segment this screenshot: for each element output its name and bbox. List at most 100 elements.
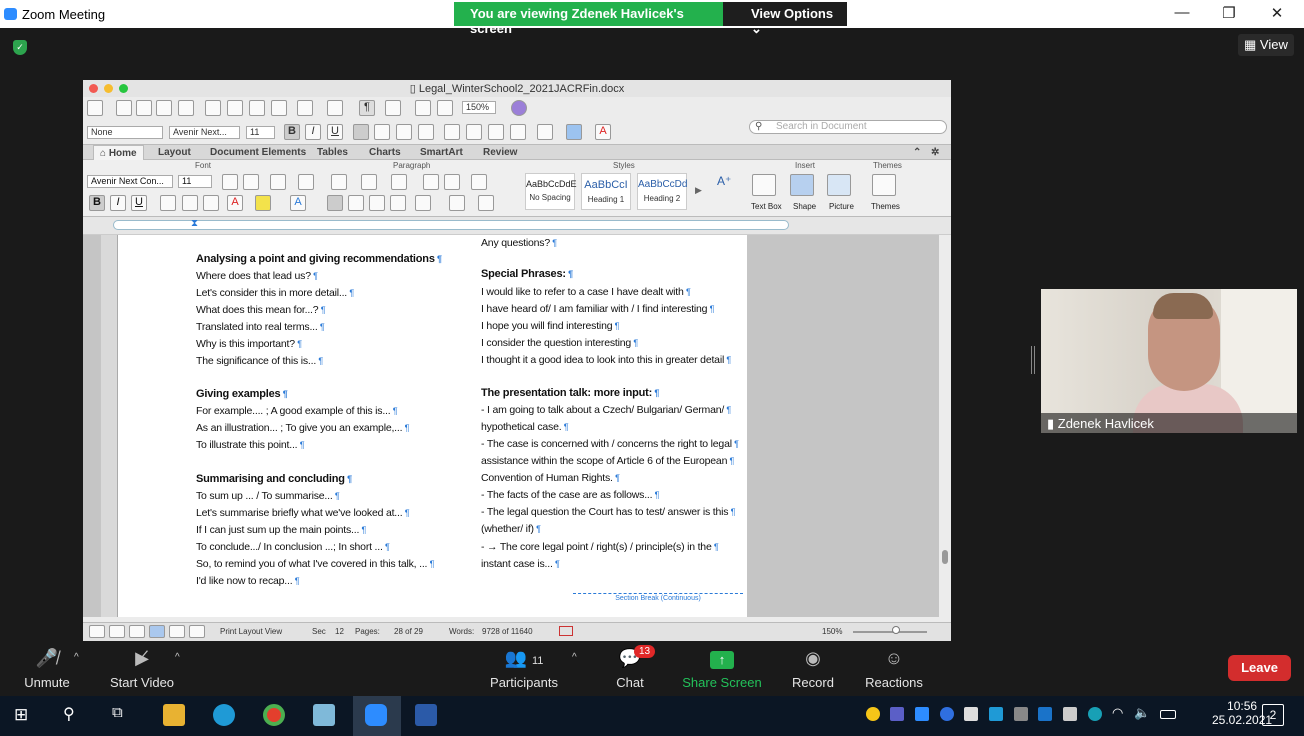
encryption-shield-icon[interactable]: ✓ <box>13 40 27 55</box>
microphone-tray-icon[interactable] <box>1063 707 1077 721</box>
participants-caret-icon[interactable]: ^ <box>572 652 577 663</box>
subscript-icon[interactable] <box>203 195 219 211</box>
teams-tray-icon[interactable] <box>890 707 904 721</box>
font-dropdown[interactable]: Avenir Next... <box>169 126 240 139</box>
align-right-icon[interactable] <box>396 124 412 140</box>
ribbon-bold-icon[interactable]: B <box>89 195 105 211</box>
align-left-icon[interactable] <box>353 124 369 140</box>
shape-icon[interactable] <box>790 174 814 196</box>
mac-zoom-icon[interactable] <box>119 84 128 93</box>
ribbon-numbering-icon[interactable] <box>361 174 377 190</box>
chrome-icon[interactable] <box>263 704 285 726</box>
share-screen-button[interactable]: ↑ Share Screen <box>682 648 762 690</box>
justify-icon[interactable] <box>418 124 434 140</box>
format-painter-icon[interactable] <box>271 100 287 116</box>
undo-icon[interactable] <box>297 100 313 116</box>
zoom-taskbar-icon[interactable] <box>365 704 387 726</box>
ribbon-font-size-dropdown[interactable]: 11 <box>178 175 212 188</box>
decrease-indent-icon[interactable] <box>488 124 504 140</box>
skype-tray-icon[interactable] <box>1088 707 1102 721</box>
font-size-dropdown[interactable]: 11 <box>246 126 275 139</box>
scroll-thumb[interactable] <box>942 550 948 564</box>
network-tray-icon[interactable] <box>989 707 1003 721</box>
toolbox-icon[interactable] <box>437 100 453 116</box>
new-icon[interactable] <box>87 100 103 116</box>
clear-formatting-icon[interactable] <box>298 174 314 190</box>
ribbon-align-left-icon[interactable] <box>327 195 343 211</box>
horizontal-ruler[interactable]: ⧗ <box>83 217 951 235</box>
video-options-caret-icon[interactable]: ^ <box>175 652 180 663</box>
help-icon[interactable] <box>511 100 527 116</box>
wifi-icon[interactable]: ◠ <box>1112 705 1123 721</box>
themes-icon[interactable] <box>872 174 896 196</box>
ribbon-decrease-indent-icon[interactable] <box>423 174 439 190</box>
outline-view-icon[interactable] <box>109 625 125 638</box>
ribbon-highlight-icon[interactable] <box>255 195 271 211</box>
ribbon-font-dropdown[interactable]: Avenir Next Con... <box>87 175 173 188</box>
borders-icon[interactable] <box>537 124 553 140</box>
ribbon-justify-icon[interactable] <box>390 195 406 211</box>
ribbon-underline-icon[interactable]: U <box>131 195 147 211</box>
styles-next-icon[interactable]: ▶ <box>695 185 702 196</box>
templates-icon[interactable] <box>116 100 132 116</box>
style-no-spacing[interactable]: AaBbCcDdE No Spacing <box>525 173 577 210</box>
highlight-icon[interactable] <box>566 124 582 140</box>
change-case-icon[interactable] <box>270 174 286 190</box>
styles-pane-icon[interactable]: A⁺ <box>717 174 731 188</box>
show-formatting-icon[interactable]: ¶ <box>359 100 375 116</box>
paste-icon[interactable] <box>249 100 265 116</box>
ribbon-font-color-icon[interactable]: A <box>227 195 243 211</box>
gallery-icon[interactable] <box>415 100 431 116</box>
tab-home[interactable]: ⌂ Home <box>93 145 144 161</box>
start-video-button[interactable]: ▶̸ Start Video <box>108 648 176 690</box>
word-taskbar-icon[interactable] <box>415 704 437 726</box>
numbering-icon[interactable] <box>466 124 482 140</box>
save-icon[interactable] <box>156 100 172 116</box>
tab-layout[interactable]: Layout <box>158 147 191 158</box>
focus-view-icon[interactable] <box>189 625 205 638</box>
tab-charts[interactable]: Charts <box>369 147 401 158</box>
text-effects-icon[interactable]: A <box>290 195 306 211</box>
zoom-tray-icon[interactable] <box>915 707 929 721</box>
zoom-slider-thumb[interactable] <box>892 626 900 634</box>
edge-icon[interactable] <box>213 704 235 726</box>
superscript-icon[interactable] <box>182 195 198 211</box>
notifications-icon[interactable]: 2 <box>1262 704 1284 726</box>
copy-icon[interactable] <box>227 100 243 116</box>
increase-indent-icon[interactable] <box>510 124 526 140</box>
line-spacing-icon[interactable] <box>415 195 431 211</box>
participant-video[interactable] <box>1041 289 1297 433</box>
ribbon-bullets-icon[interactable] <box>331 174 347 190</box>
device-tray-icon[interactable] <box>1014 707 1028 721</box>
close-icon[interactable]: ✕ <box>1257 4 1297 22</box>
open-icon[interactable] <box>136 100 152 116</box>
proofing-icon[interactable] <box>559 626 573 636</box>
align-center-icon[interactable] <box>374 124 390 140</box>
document-page[interactable]: Analysing a point and giving recommendat… <box>118 235 747 617</box>
zoom-dropdown[interactable]: 150% <box>462 101 496 114</box>
search-taskbar-icon[interactable]: ⚲ <box>63 704 75 724</box>
leave-button[interactable]: Leave <box>1228 655 1291 681</box>
ribbon-increase-indent-icon[interactable] <box>444 174 460 190</box>
file-explorer-icon[interactable] <box>163 704 185 726</box>
collapse-ribbon-icon[interactable]: ⌃ <box>913 147 921 158</box>
print-layout-view-icon[interactable] <box>149 625 165 638</box>
view-options-button[interactable]: View Options ⌄ <box>723 2 847 36</box>
tab-tables[interactable]: Tables <box>317 147 348 158</box>
maximize-icon[interactable]: ❐ <box>1209 4 1249 22</box>
columns-icon[interactable] <box>471 174 487 190</box>
bluetooth-icon[interactable] <box>940 707 954 721</box>
tab-smartart[interactable]: SmartArt <box>420 147 463 158</box>
style-heading-2[interactable]: AaBbCcDd Heading 2 <box>637 173 687 210</box>
publishing-view-icon[interactable] <box>129 625 145 638</box>
underline-icon[interactable]: U <box>327 124 343 140</box>
tab-document-elements[interactable]: Document Elements <box>210 147 306 158</box>
notebook-view-icon[interactable] <box>169 625 185 638</box>
battery-icon[interactable] <box>1160 710 1176 719</box>
minimize-icon[interactable]: — <box>1162 4 1202 21</box>
picture-icon[interactable] <box>827 174 851 196</box>
strikethrough-icon[interactable] <box>160 195 176 211</box>
unmute-button[interactable]: 🎤̸ Unmute <box>22 648 72 690</box>
tab-review[interactable]: Review <box>483 147 517 158</box>
ribbon-italic-icon[interactable]: I <box>110 195 126 211</box>
